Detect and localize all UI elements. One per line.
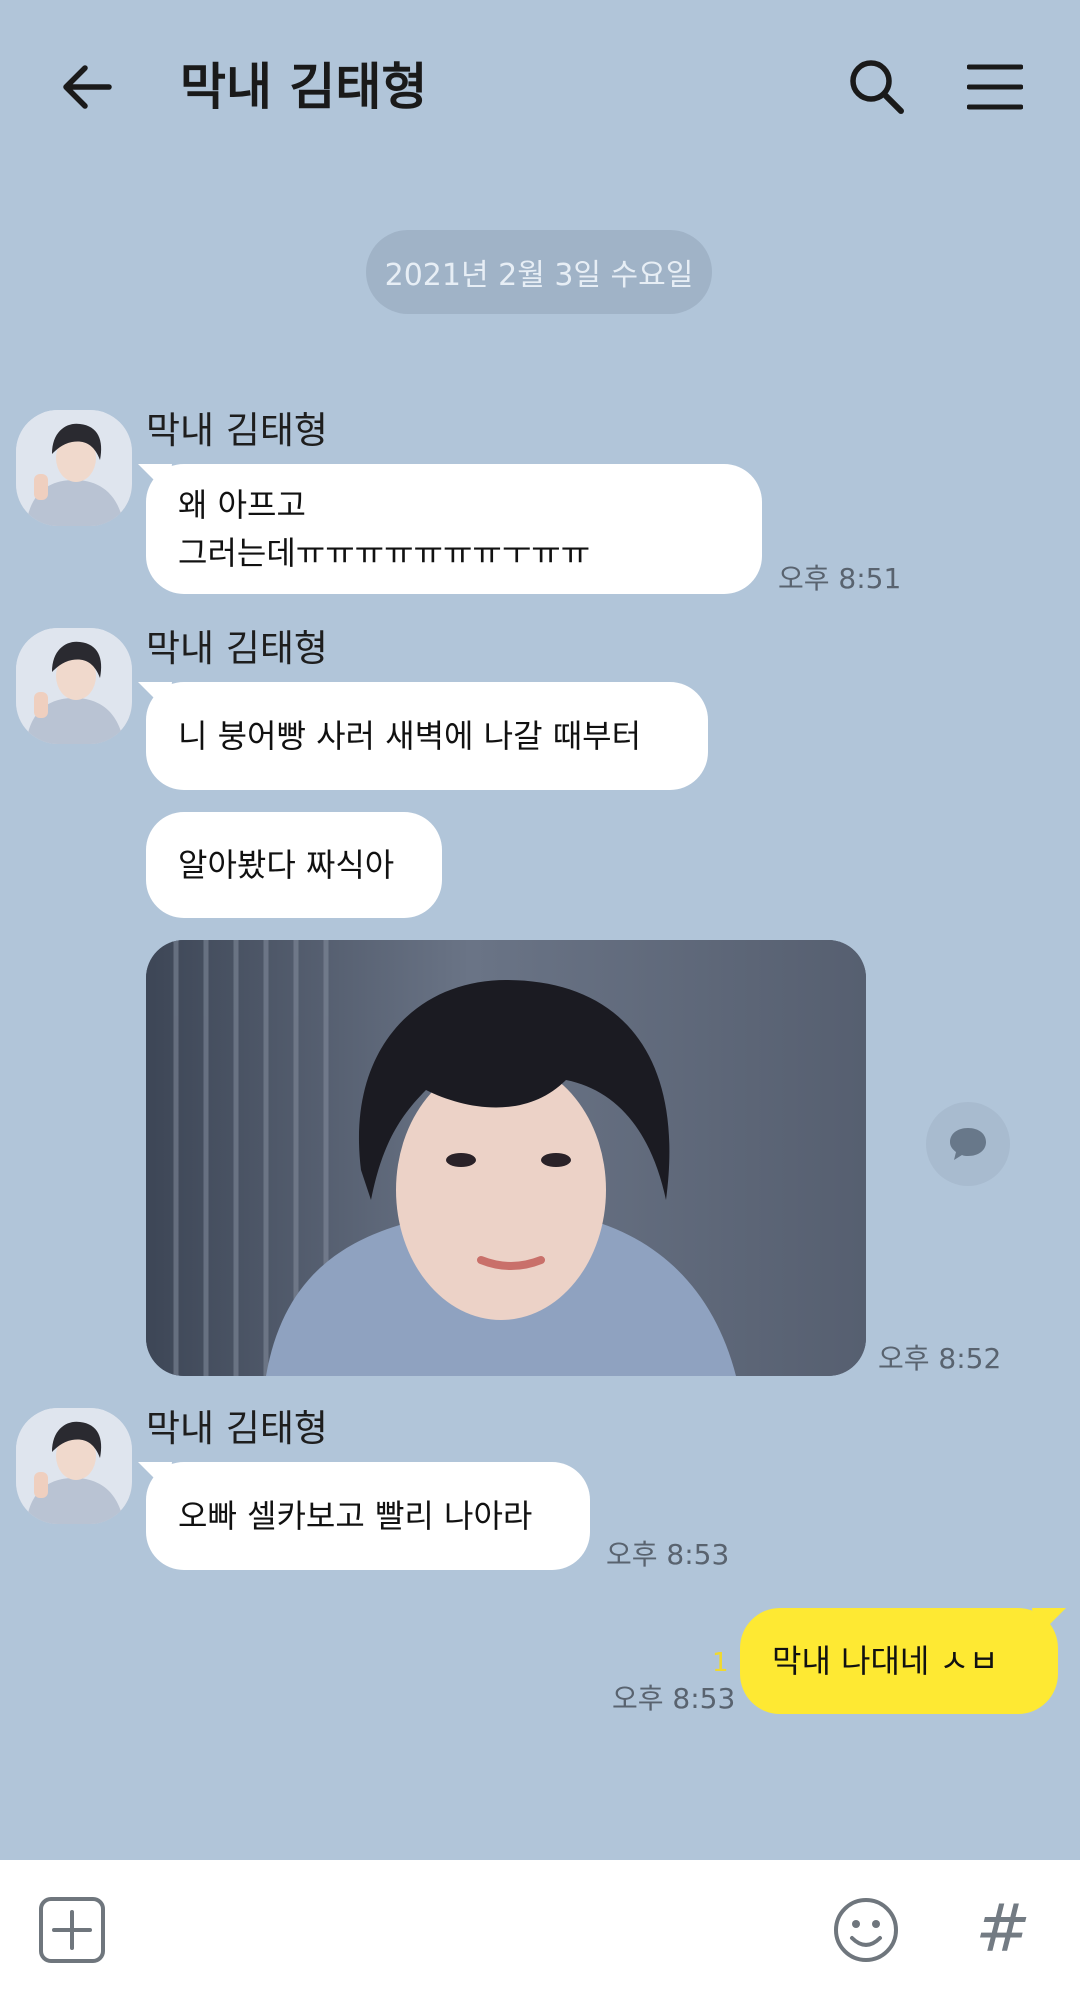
message-bubble[interactable]: 오빠 셀카보고 빨리 나아라	[138, 1462, 590, 1570]
avatar[interactable]	[16, 628, 132, 744]
plus-button[interactable]	[38, 1896, 106, 1964]
search-button[interactable]	[842, 52, 912, 122]
photo-image	[146, 940, 866, 1376]
message-time: 오후 8:53	[606, 1538, 730, 1571]
message-bubble[interactable]: 왜 아프고 그러는데ㅠㅠㅠㅠㅠㅠㅠㅜㅠㅠ	[138, 464, 762, 594]
avatar[interactable]	[16, 410, 132, 526]
bubble-tail	[138, 1462, 172, 1492]
search-icon	[850, 60, 904, 114]
back-button[interactable]	[52, 52, 122, 122]
chat-header: 막내 김태형	[0, 0, 1080, 170]
message-text: 막내 나대네 ㅅㅂ	[772, 1642, 999, 1680]
message-text: 오빠 셀카보고 빨리 나아라	[178, 1497, 533, 1535]
profile-photo	[16, 1408, 132, 1524]
unread-count: 1	[712, 1648, 729, 1678]
message-bubble[interactable]: 알아봤다 짜식아	[146, 812, 442, 918]
sender-name: 막내 김태형	[146, 409, 328, 452]
profile-photo	[16, 628, 132, 744]
photo-message[interactable]	[146, 940, 866, 1376]
message-time: 오후 8:53	[612, 1682, 736, 1715]
comment-icon	[950, 1128, 986, 1160]
emoji-icon	[834, 1898, 898, 1962]
message-text: 니 붕어빵 사러 새벽에 나갈 때부터	[178, 717, 642, 755]
message-time: 오후 8:51	[778, 562, 902, 595]
bubble-tail	[138, 682, 172, 712]
message-bubble[interactable]: 니 붕어빵 사러 새벽에 나갈 때부터	[138, 682, 708, 790]
input-bar: #	[0, 1860, 1080, 2004]
message-text-line: 그러는데ㅠㅠㅠㅠㅠㅠㅠㅜㅠㅠ	[178, 534, 591, 572]
message-text: 알아봤다 짜식아	[178, 846, 395, 884]
sender-name: 막내 김태형	[146, 627, 328, 670]
message-time: 오후 8:52	[878, 1342, 1002, 1375]
bubble-tail	[1032, 1608, 1066, 1638]
plus-icon	[39, 1897, 105, 1963]
menu-button[interactable]	[958, 52, 1032, 122]
emoji-button[interactable]	[832, 1896, 900, 1964]
bubble-tail	[138, 464, 172, 494]
profile-photo	[16, 410, 132, 526]
message-text-line: 왜 아프고	[178, 486, 306, 524]
avatar[interactable]	[16, 1408, 132, 1524]
sender-name: 막내 김태형	[146, 1407, 328, 1450]
my-message-bubble[interactable]: 막내 나대네 ㅅㅂ	[740, 1608, 1066, 1714]
hashtag-button[interactable]: #	[968, 1884, 1038, 1974]
comment-button[interactable]	[926, 1102, 1010, 1186]
chat-title: 막내 김태형	[180, 58, 428, 116]
back-arrow-icon	[63, 65, 112, 109]
menu-icon	[967, 64, 1023, 110]
date-separator: 2021년 2월 3일 수요일	[366, 230, 712, 314]
